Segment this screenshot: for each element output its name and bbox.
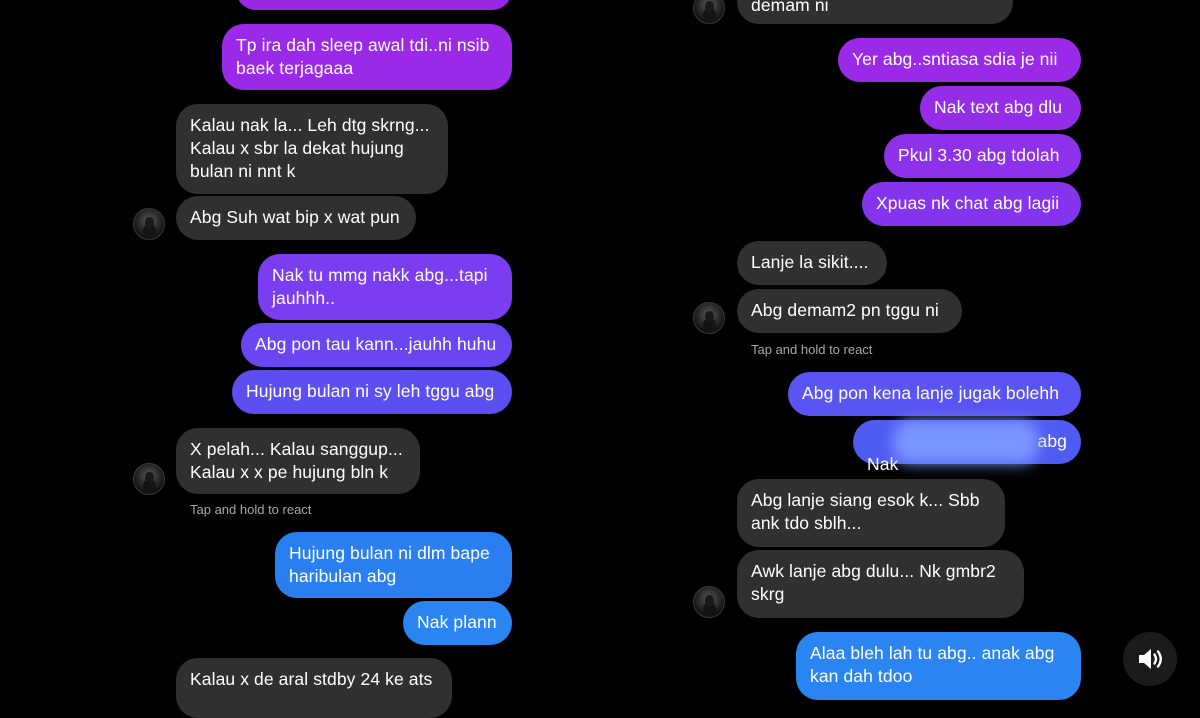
incoming-message[interactable]: Awk lanje abg dulu... Nk gmbr2 skrg [737, 550, 1024, 618]
outgoing-message[interactable]: Xpuas nk chat abg lagii [862, 182, 1081, 226]
contact-avatar[interactable] [693, 0, 725, 24]
outgoing-message[interactable]: Abg pon tau kann...jauhh huhu [241, 323, 512, 367]
speaker-icon [1139, 649, 1162, 669]
outgoing-message[interactable]: Tp ira dah sleep awal tdi..ni nsib baek … [222, 24, 512, 90]
redaction-blur [893, 420, 1039, 464]
outgoing-message[interactable]: Hujung bulan ni sy leh tggu abg [232, 370, 512, 414]
incoming-message[interactable]: Abg lanje siang esok k... Sbb ank tdo sb… [737, 479, 1005, 547]
sound-toggle-button[interactable] [1123, 632, 1177, 686]
outgoing-message[interactable]: Alaa bleh lah tu abg.. anak abg kan dah … [796, 632, 1081, 700]
outgoing-message[interactable]: Abg pon kena lanje jugak bolehh [788, 372, 1081, 416]
incoming-message[interactable]: demam ni [737, 0, 1013, 24]
incoming-message[interactable]: Abg Suh wat bip x wat pun [176, 196, 416, 240]
tap-hold-hint: Tap and hold to react [190, 502, 312, 517]
redacted-message-start: Nak [867, 454, 899, 474]
contact-avatar[interactable] [693, 302, 725, 334]
redacted-message-end: abg [1037, 431, 1067, 451]
incoming-message[interactable]: Kalau nak la... Leh dtg skrng... Kalau x… [176, 104, 448, 194]
contact-avatar[interactable] [133, 463, 165, 495]
tap-hold-hint: Tap and hold to react [751, 342, 873, 357]
outgoing-message[interactable]: Nak tu mmg nakk abg...tapi jauhhh.. [258, 254, 512, 320]
right-chat-column: demam ni Yer abg..sntiasa sdia je nii Na… [560, 0, 1120, 708]
outgoing-message[interactable]: Yer abg..sntiasa sdia je nii [838, 38, 1081, 82]
outgoing-message[interactable]: Pkul 3.30 abg tdolah [884, 134, 1081, 178]
incoming-message[interactable]: Kalau x de aral stdby 24 ke ats [176, 658, 452, 718]
contact-avatar[interactable] [693, 586, 725, 618]
contact-avatar[interactable] [133, 208, 165, 240]
incoming-message[interactable]: Abg demam2 pn tggu ni [737, 289, 962, 333]
outgoing-message[interactable]: Nak text abg dlu [920, 86, 1081, 130]
left-chat-column: Tp ira dah sleep awal tdi..ni nsib baek … [0, 0, 560, 718]
outgoing-message[interactable] [236, 0, 512, 10]
outgoing-message[interactable]: Nak plann [403, 601, 512, 645]
incoming-message[interactable]: X pelah... Kalau sanggup... Kalau x x pe… [176, 428, 420, 494]
incoming-message[interactable]: Lanje la sikit.... [737, 241, 887, 285]
outgoing-message[interactable]: Hujung bulan ni dlm bape haribulan abg [275, 532, 512, 598]
